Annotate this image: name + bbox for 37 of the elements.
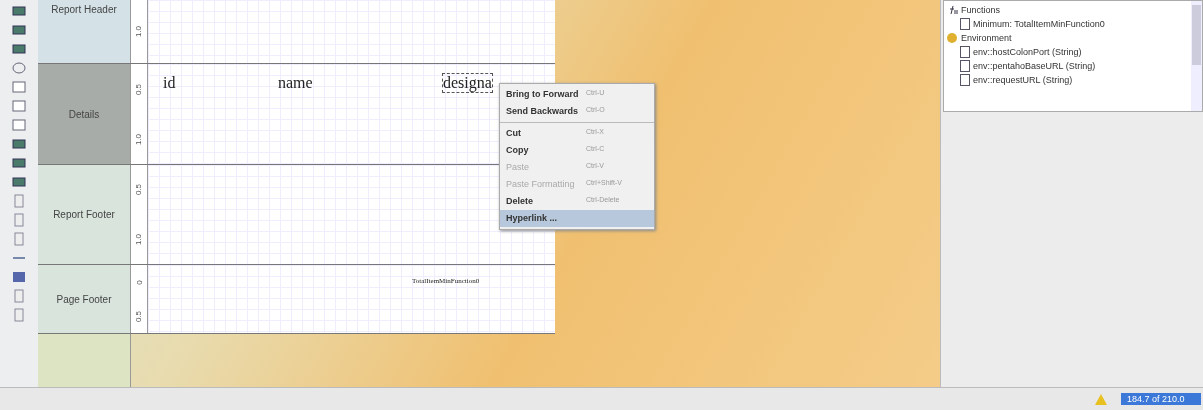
ruler-label: 0: [134, 279, 144, 285]
tree-item[interactable]: env::pentahoBaseURL (String): [946, 59, 1186, 73]
document-icon: [960, 60, 970, 72]
memory-meter: 184.7 of 210.0: [1121, 393, 1201, 405]
document-icon: [960, 46, 970, 58]
ruler-label: 0.5: [134, 310, 144, 322]
tree-item[interactable]: env::requestURL (String): [946, 73, 1186, 87]
tree-item[interactable]: Minimum: TotalItemMinFunction0: [946, 17, 1186, 31]
document-icon: [960, 18, 970, 30]
report-field[interactable]: designa: [443, 74, 492, 92]
report-field[interactable]: name: [278, 74, 313, 92]
scrollbar[interactable]: [1191, 1, 1202, 111]
ellipse-icon[interactable]: [12, 61, 26, 75]
ruler-label: 0.5: [134, 184, 144, 196]
ruler-label: 1.0: [134, 25, 144, 38]
menu-item[interactable]: Hyperlink ...: [500, 210, 654, 227]
folder-icon: [946, 32, 958, 44]
page-icon[interactable]: [12, 289, 26, 303]
document-icon[interactable]: [12, 232, 26, 246]
ruler-label: 0.5: [134, 83, 144, 95]
table-icon[interactable]: [12, 270, 26, 284]
report-field[interactable]: id: [163, 74, 176, 92]
page-icon[interactable]: [12, 308, 26, 322]
document-icon[interactable]: [12, 213, 26, 227]
document-icon[interactable]: [12, 194, 26, 208]
tree-item[interactable]: Functions: [946, 3, 1186, 17]
rectangle-icon[interactable]: [12, 80, 26, 94]
ruler-label: 1.0: [134, 133, 144, 145]
band-label[interactable]: Report Footer: [38, 165, 131, 264]
band-label[interactable]: Report Header: [38, 0, 131, 63]
tree-item[interactable]: Environment: [946, 31, 1186, 45]
ruler-label: 1.0: [134, 233, 144, 245]
tree-item[interactable]: env::hostColonPort (String): [946, 45, 1186, 59]
warning-icon: [1095, 393, 1107, 405]
band-label[interactable]: Details: [38, 64, 131, 164]
band-label[interactable]: Page Footer: [38, 265, 131, 333]
document-icon: [960, 74, 970, 86]
